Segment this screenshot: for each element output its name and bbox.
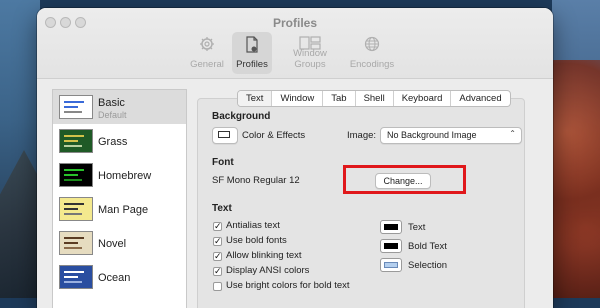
bright-bold-checkbox[interactable] [213, 282, 222, 291]
background-heading: Background [212, 111, 271, 122]
color-effects-label: Color & Effects [242, 130, 306, 141]
selection-color-well[interactable] [380, 258, 402, 272]
profile-name: Man Page [98, 204, 149, 216]
bold-fonts-checkbox[interactable]: ✓ [213, 237, 222, 246]
profile-thumbnail [59, 95, 93, 119]
text-color-well[interactable] [380, 220, 402, 234]
toolbar-encodings[interactable]: Encodings [349, 32, 395, 74]
profiles-list: Basic Default Grass Homebrew Man Page No… [52, 89, 187, 308]
bright-bold-label: Use bright colors for bold text [226, 280, 350, 291]
profile-name: Homebrew [98, 170, 152, 182]
background-image-select[interactable]: No Background Image ⌃ [380, 127, 522, 144]
toolbar-general[interactable]: General [189, 32, 225, 74]
settings-tabs: Text Window Tab Shell Keyboard Advanced [237, 90, 511, 107]
bold-fonts-label: Use bold fonts [226, 235, 287, 246]
profile-thumbnail [59, 265, 93, 289]
toolbar-window-groups-label: Window Groups [293, 48, 327, 70]
highlight-box [343, 165, 466, 194]
tab-advanced[interactable]: Advanced [450, 91, 509, 106]
tab-keyboard[interactable]: Keyboard [392, 91, 451, 106]
image-label: Image: [347, 130, 377, 141]
text-heading: Text [212, 203, 232, 214]
profile-item-ocean[interactable]: Ocean [53, 260, 186, 294]
text-color-label: Text [408, 222, 426, 233]
blinking-text-label: Allow blinking text [226, 250, 302, 261]
font-heading: Font [212, 157, 234, 168]
profile-item-grass[interactable]: Grass [53, 124, 186, 158]
profiles-icon [246, 36, 258, 53]
profile-item-novel[interactable]: Novel [53, 226, 186, 260]
profile-item-basic[interactable]: Basic Default [53, 90, 186, 124]
profile-name: Ocean [98, 272, 131, 284]
background-color-button[interactable] [212, 127, 238, 144]
toolbar-window-groups[interactable]: Window Groups [277, 32, 343, 74]
tab-tab[interactable]: Tab [322, 91, 354, 106]
toolbar-profiles[interactable]: Profiles [232, 32, 272, 74]
blinking-text-checkbox[interactable]: ✓ [213, 252, 222, 261]
title-bar: Profiles General Profiles Window Groups … [37, 8, 553, 79]
globe-icon [364, 36, 380, 52]
toolbar-general-label: General [190, 59, 224, 70]
tab-shell[interactable]: Shell [354, 91, 393, 106]
profile-item-homebrew[interactable]: Homebrew [53, 158, 186, 192]
profile-name: Novel [98, 238, 127, 250]
profile-thumbnail [59, 231, 93, 255]
chevron-updown-icon: ⌃ [509, 129, 516, 138]
profile-name: Grass [98, 136, 128, 148]
antialias-label: Antialias text [226, 220, 280, 231]
background-image-value: No Background Image [387, 130, 477, 140]
profile-thumbnail [59, 163, 93, 187]
antialias-checkbox[interactable]: ✓ [213, 222, 222, 231]
tab-window[interactable]: Window [271, 91, 322, 106]
desktop-wallpaper-left [0, 0, 40, 298]
profile-thumbnail [59, 197, 93, 221]
profile-item-man-page[interactable]: Man Page [53, 192, 186, 226]
bold-text-color-label: Bold Text [408, 241, 447, 252]
font-value: SF Mono Regular 12 [212, 175, 300, 186]
profile-default-label: Default [98, 110, 127, 120]
toolbar-encodings-label: Encodings [349, 59, 395, 70]
bold-text-color-well[interactable] [380, 239, 402, 253]
gear-icon [200, 37, 214, 51]
tab-text[interactable]: Text [238, 91, 272, 106]
desktop-wallpaper-right [552, 0, 600, 298]
toolbar-profiles-label: Profiles [236, 59, 268, 70]
selection-color-label: Selection [408, 260, 448, 271]
ansi-colors-checkbox[interactable]: ✓ [213, 267, 222, 276]
ansi-colors-label: Display ANSI colors [226, 265, 310, 276]
profiles-window: Profiles General Profiles Window Groups … [37, 8, 553, 308]
profile-thumbnail [59, 129, 93, 153]
window-title: Profiles [272, 16, 317, 30]
profile-name: Basic [98, 97, 125, 109]
